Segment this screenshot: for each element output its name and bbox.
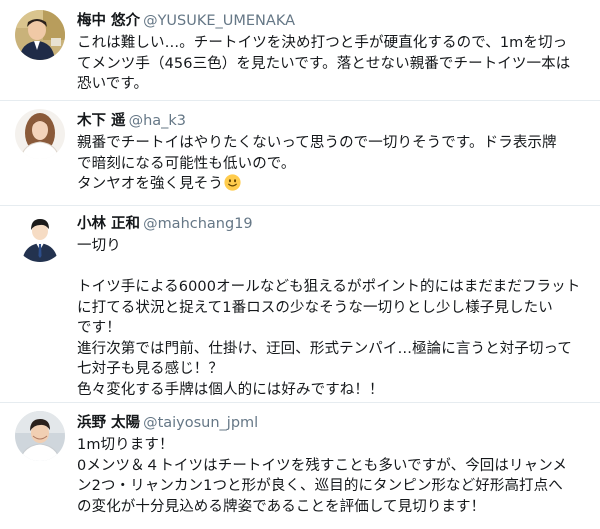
tweet-text: 親番でチートイはやりたくないって思うので一切りそうです。ドラ表示牌 で暗刻になる… xyxy=(77,133,588,195)
tweet-text-line: トイツ手による6000オールなども狙えるがポイント的にはまだまだフラット xyxy=(77,279,581,295)
tweet-text: 1m切ります！ 0メンツ＆４トイツはチートイツを残すことも多いですが、今回はリャ… xyxy=(77,435,588,517)
tweet-body: 梅中 悠介 @YUSUKE_UMENAKA これは難しい…。チートイツを決め打つと… xyxy=(77,8,588,95)
tweet-text-line: ン2つ・リャンカン1つと形が良く、巡目的にタンピン形など好形高打点へ xyxy=(77,478,563,494)
tweet-text-line: 進行次第では門前、仕掛け、迂回、形式テンパイ…極論に言うと対子切って xyxy=(77,340,572,357)
user-name[interactable]: 木下 遥 xyxy=(77,113,126,129)
tweet-header: 木下 遥 @ha_k3 xyxy=(77,108,588,132)
avatar-photo-icon xyxy=(15,109,65,159)
tweet-text: 一切り トイツ手による6000オールなども狙えるがポイント的にはまだまだフラット… xyxy=(77,236,588,400)
tweet-header: 梅中 悠介 @YUSUKE_UMENAKA xyxy=(77,8,588,32)
user-name[interactable]: 浜野 太陽 xyxy=(77,415,140,431)
smiling-face-emoji xyxy=(224,174,241,198)
user-handle[interactable]: @ha_k3 xyxy=(129,113,186,129)
tweet-item: 木下 遥 @ha_k3 親番でチートイはやりたくないって思うので一切りそうです。ド… xyxy=(0,101,600,205)
tweet-text-line: タンヤオを強く見そう xyxy=(77,174,588,195)
avatar[interactable] xyxy=(15,411,65,461)
tweet-text-line: 恐いです。 xyxy=(77,76,149,92)
tweet-text-segment: タンヤオを強く見そう xyxy=(77,176,223,192)
avatar-photo-icon xyxy=(15,411,65,461)
tweet-text-line: 1m切ります！ xyxy=(77,437,174,453)
tweet-text-line: 色々変化する手牌は個人的には好みですね！！ xyxy=(77,381,384,398)
user-handle[interactable]: @YUSUKE_UMENAKA xyxy=(143,13,295,29)
tweet-text-line: 七対子も見る感じ！？ xyxy=(77,361,223,377)
tweet-text-line xyxy=(77,257,588,278)
avatar[interactable] xyxy=(15,10,65,60)
user-handle[interactable]: @taiyosun_jpml xyxy=(143,415,258,431)
tweet-text-line: これは難しい…。チートイツを決め打つと手が硬直化するので、1mを切っ xyxy=(77,35,568,51)
tweet-text-line: に打てる状況と捉えて1番ロスの少なそうな一切りとし少し様子見したい xyxy=(77,299,553,316)
tweet-item: 浜野 太陽 @taiyosun_jpml 1m切ります！ 0メンツ＆４トイツはチー… xyxy=(0,403,600,529)
tweet-text-line: の変化が十分見込める牌姿であることを評価して見切ります！ xyxy=(77,498,486,515)
tweet-text-line: で暗刻になる可能性も低いので。 xyxy=(77,155,296,172)
tweet-body: 浜野 太陽 @taiyosun_jpml 1m切ります！ 0メンツ＆４トイツはチー… xyxy=(77,410,588,517)
user-handle[interactable]: @mahchang19 xyxy=(143,216,253,232)
avatar-photo-icon xyxy=(15,10,65,60)
tweet-text-line: てメンツ手（456三色）を見たいです。落とせない親番でチートイツ一本は xyxy=(77,55,571,72)
tweet-text-line: です！ xyxy=(77,320,121,336)
avatar[interactable] xyxy=(15,109,65,159)
tweet-body: 小林 正和 @mahchang19 一切り トイツ手による6000オールなども狙え… xyxy=(77,211,588,400)
tweet-text: これは難しい…。チートイツを決め打つと手が硬直化するので、1mを切っ てメンツ手… xyxy=(77,33,588,95)
user-name[interactable]: 小林 正和 xyxy=(77,216,140,232)
tweet-text-line: 一切り xyxy=(77,238,121,254)
tweet-item: 小林 正和 @mahchang19 一切り トイツ手による6000オールなども狙え… xyxy=(0,206,600,402)
tweet-item: 梅中 悠介 @YUSUKE_UMENAKA これは難しい…。チートイツを決め打つと… xyxy=(0,0,600,100)
user-name[interactable]: 梅中 悠介 xyxy=(77,13,140,29)
tweet-body: 木下 遥 @ha_k3 親番でチートイはやりたくないって思うので一切りそうです。ド… xyxy=(77,108,588,195)
tweet-header: 浜野 太陽 @taiyosun_jpml xyxy=(77,410,588,434)
tweet-text-line: 0メンツ＆４トイツはチートイツを残すことも多いですが、今回はリャンメ xyxy=(77,457,567,474)
tweet-text-line: 親番でチートイはやりたくないって思うので一切りそうです。ドラ表示牌 xyxy=(77,135,557,151)
avatar-illustration-icon xyxy=(15,212,65,262)
avatar[interactable] xyxy=(15,212,65,262)
reply-feed: 梅中 悠介 @YUSUKE_UMENAKA これは難しい…。チートイツを決め打つと… xyxy=(0,0,600,529)
tweet-header: 小林 正和 @mahchang19 xyxy=(77,211,588,235)
